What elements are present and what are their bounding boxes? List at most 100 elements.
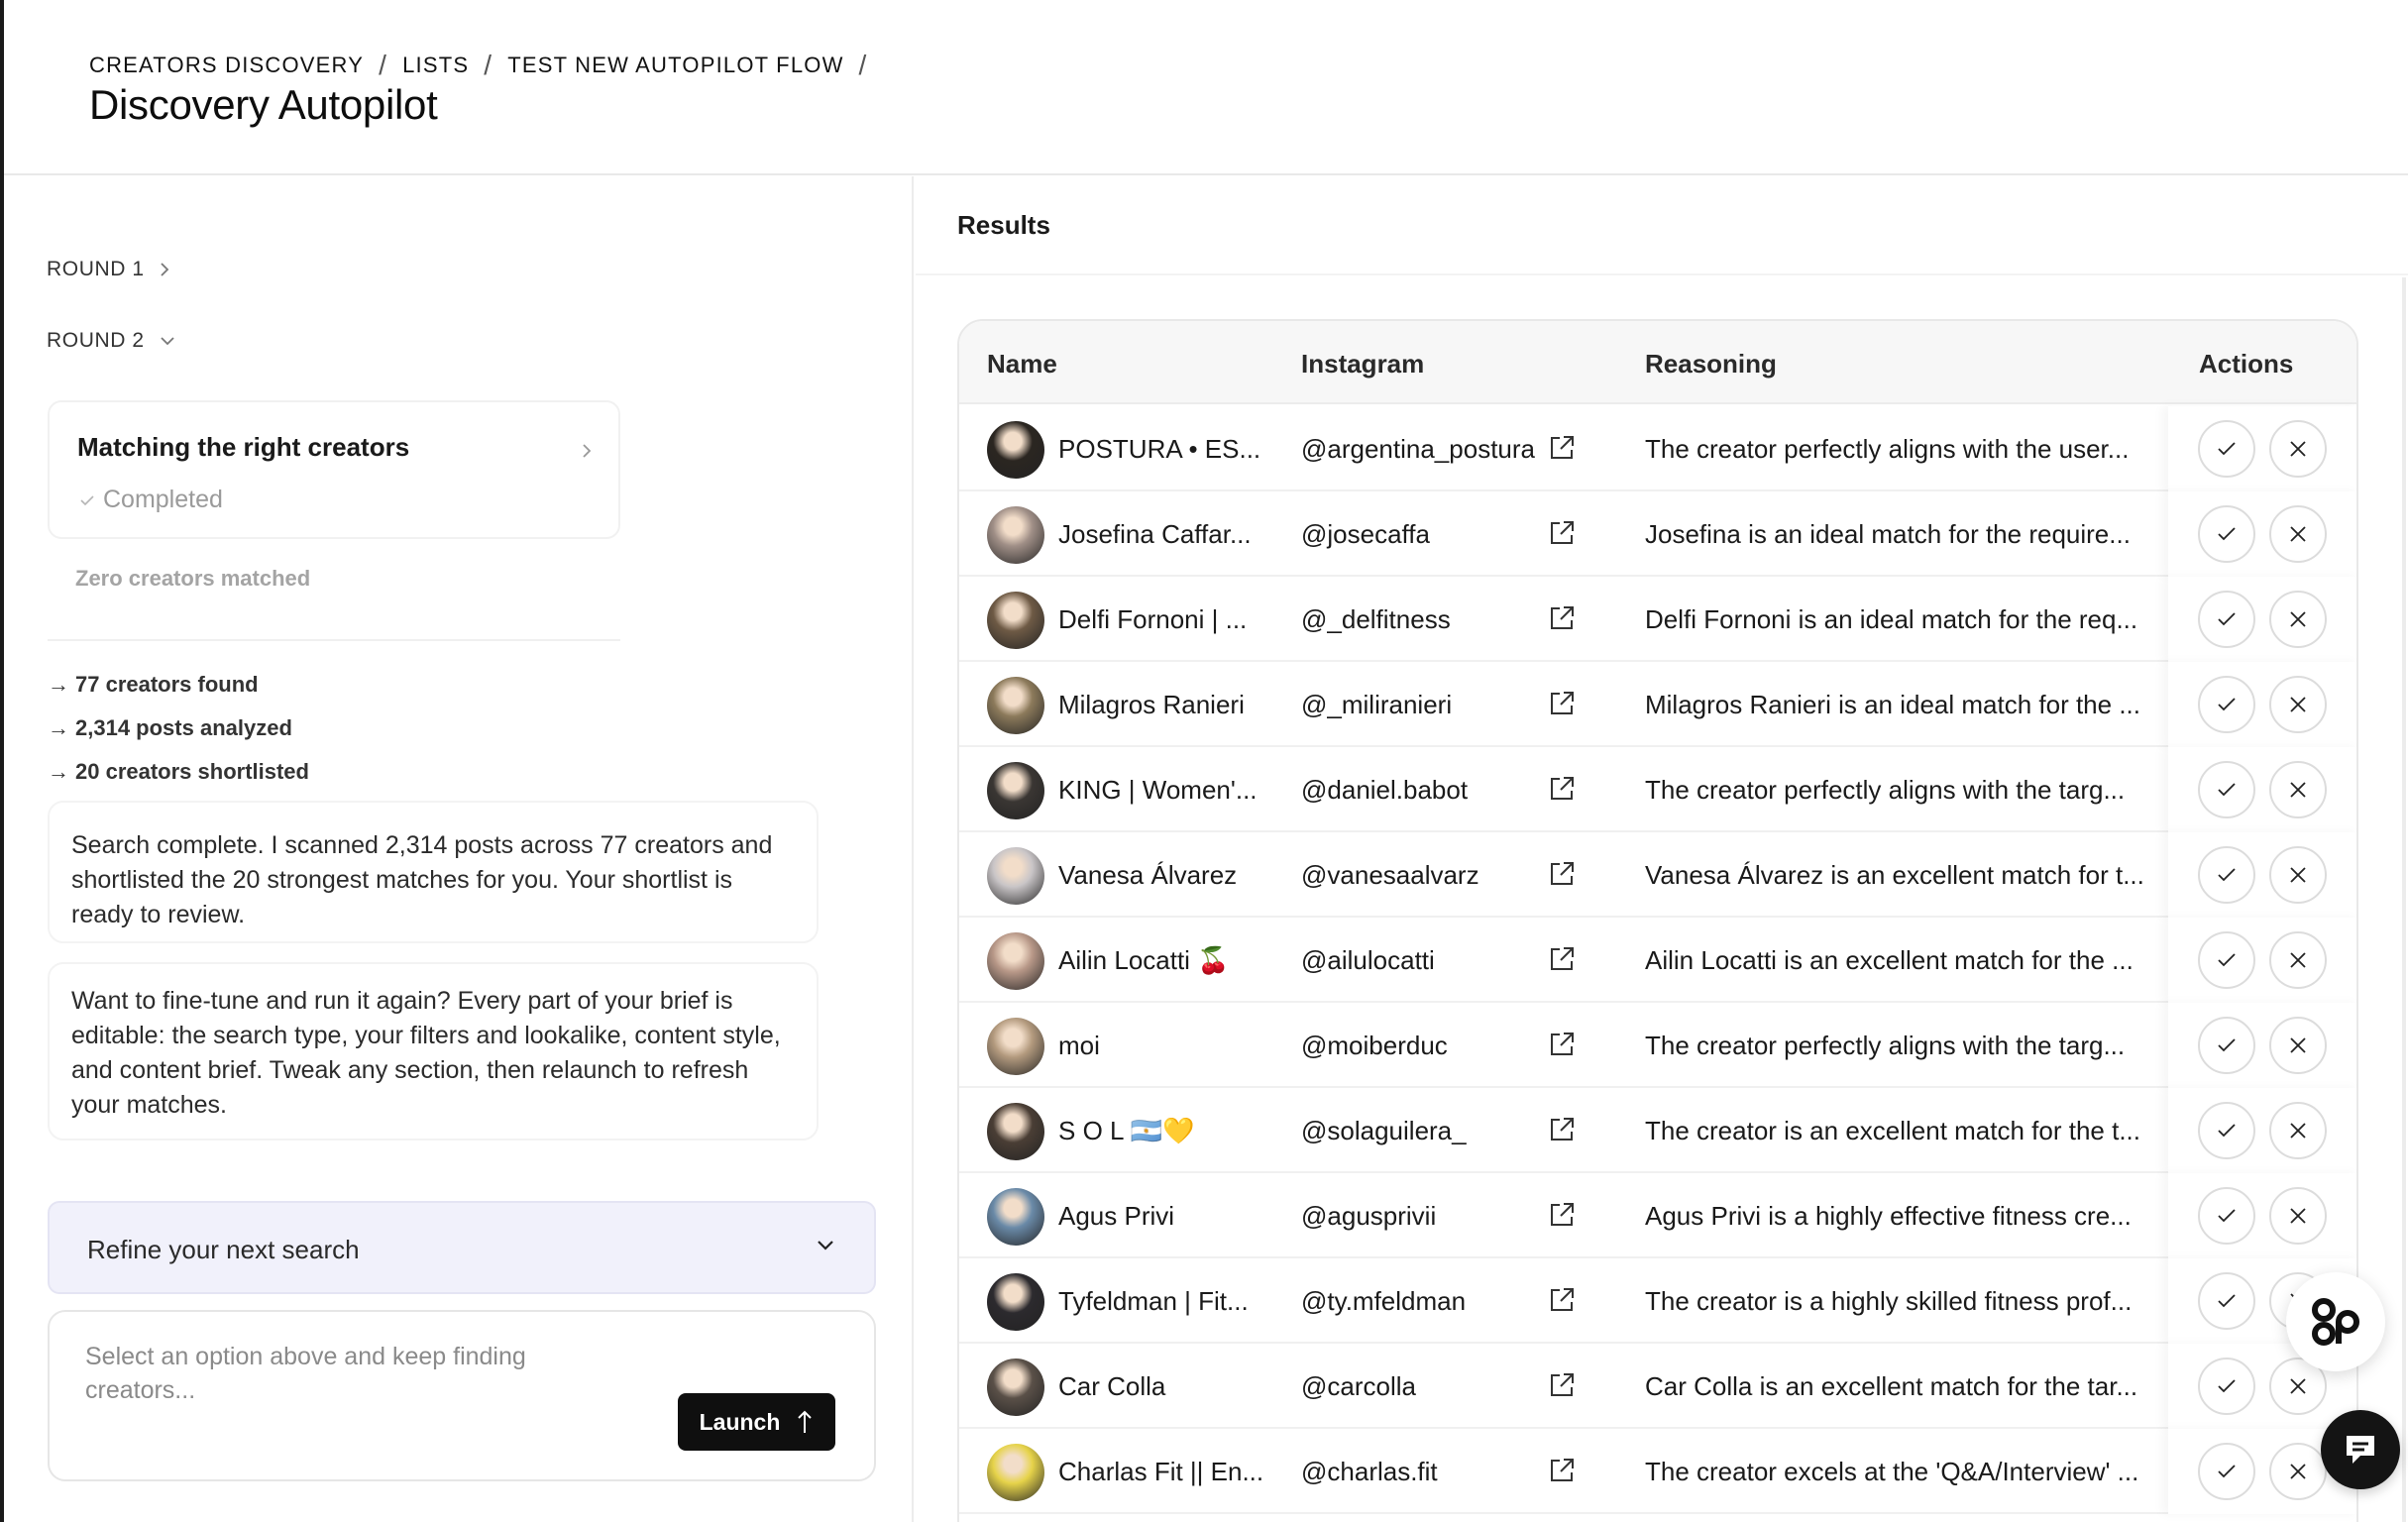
approve-button[interactable] bbox=[2198, 505, 2255, 563]
matching-step-card[interactable]: Matching the right creators Completed bbox=[48, 400, 620, 539]
creator-avatar bbox=[987, 1444, 1044, 1501]
external-link-icon[interactable] bbox=[1546, 1199, 1578, 1231]
creator-avatar bbox=[987, 677, 1044, 734]
table-row: Delfi Fornoni | ... @_delfitness Delfi F… bbox=[959, 577, 2356, 662]
table-row: Tyfeldman | Fit... @ty.mfeldman The crea… bbox=[959, 1258, 2356, 1344]
creator-instagram-handle[interactable]: @ailulocatti bbox=[1301, 945, 1435, 976]
assistant-message: Want to fine-tune and run it again? Ever… bbox=[48, 962, 819, 1141]
reject-button[interactable] bbox=[2269, 1102, 2327, 1159]
reject-button[interactable] bbox=[2269, 1017, 2327, 1074]
creator-instagram-handle[interactable]: @moiberduc bbox=[1301, 1031, 1448, 1061]
creator-instagram-handle[interactable]: @_delfitness bbox=[1301, 604, 1451, 635]
check-icon bbox=[2218, 442, 2236, 456]
external-link-icon[interactable] bbox=[1546, 688, 1578, 719]
creator-name: Milagros Ranieri bbox=[1058, 690, 1245, 719]
table-row: Charlas Fit || En... @charlas.fit The cr… bbox=[959, 1429, 2356, 1514]
breadcrumb-separator: / bbox=[858, 50, 868, 80]
table-header: Name Instagram Reasoning Actions bbox=[959, 321, 2356, 404]
reject-button[interactable] bbox=[2269, 676, 2327, 733]
creator-instagram-handle[interactable]: @agusprivii bbox=[1301, 1201, 1436, 1232]
close-icon bbox=[2290, 1464, 2306, 1479]
creator-instagram-handle[interactable]: @carcolla bbox=[1301, 1371, 1416, 1402]
reject-button[interactable] bbox=[2269, 846, 2327, 904]
approve-button[interactable] bbox=[2198, 1017, 2255, 1074]
creator-reasoning: The creator is an excellent match for th… bbox=[1645, 1116, 2141, 1145]
reject-button[interactable] bbox=[2269, 420, 2327, 478]
brand-logo-button[interactable] bbox=[2286, 1272, 2385, 1371]
approve-button[interactable] bbox=[2198, 761, 2255, 818]
reject-button[interactable] bbox=[2269, 931, 2327, 989]
external-link-icon[interactable] bbox=[1546, 858, 1578, 890]
external-link-icon[interactable] bbox=[1546, 432, 1578, 464]
stat-text: 20 creators shortlisted bbox=[75, 759, 309, 784]
creator-instagram-handle[interactable]: @_miliranieri bbox=[1301, 690, 1452, 720]
approve-button[interactable] bbox=[2198, 1358, 2255, 1415]
creator-reasoning: Car Colla is an excellent match for the … bbox=[1645, 1371, 2138, 1401]
creator-instagram-handle[interactable]: @argentina_postura bbox=[1301, 434, 1535, 465]
check-icon bbox=[2218, 1294, 2236, 1308]
external-link-icon[interactable] bbox=[1546, 1369, 1578, 1401]
creator-instagram-handle[interactable]: @solaguilera_ bbox=[1301, 1116, 1467, 1146]
creator-avatar bbox=[987, 932, 1044, 990]
creator-avatar bbox=[987, 1018, 1044, 1075]
creator-reasoning: Delfi Fornoni is an ideal match for the … bbox=[1645, 604, 2138, 634]
external-link-icon[interactable] bbox=[1546, 602, 1578, 634]
row-actions bbox=[2168, 1088, 2356, 1173]
column-header-instagram: Instagram bbox=[1301, 349, 1425, 379]
creator-instagram-handle[interactable]: @daniel.babot bbox=[1301, 775, 1468, 806]
approve-button[interactable] bbox=[2198, 1443, 2255, 1500]
approve-button[interactable] bbox=[2198, 846, 2255, 904]
external-link-icon[interactable] bbox=[1546, 943, 1578, 975]
approve-button[interactable] bbox=[2198, 1187, 2255, 1245]
launch-label: Launch bbox=[699, 1408, 781, 1435]
results-panel: Results Name Instagram Reasoning Actions… bbox=[916, 176, 2408, 1522]
approve-button[interactable] bbox=[2198, 676, 2255, 733]
close-icon bbox=[2290, 867, 2306, 883]
round-1-toggle[interactable]: ROUND 1 bbox=[47, 258, 170, 281]
external-link-icon[interactable] bbox=[1546, 1455, 1578, 1486]
reject-button[interactable] bbox=[2269, 591, 2327, 648]
check-icon bbox=[2218, 1124, 2236, 1138]
creator-avatar bbox=[987, 592, 1044, 649]
creator-instagram-handle[interactable]: @charlas.fit bbox=[1301, 1457, 1438, 1487]
creator-instagram-handle[interactable]: @vanesaalvarz bbox=[1301, 860, 1479, 891]
reject-button[interactable] bbox=[2269, 1187, 2327, 1245]
approve-button[interactable] bbox=[2198, 1272, 2255, 1330]
chat-support-button[interactable] bbox=[2321, 1410, 2400, 1489]
reject-button[interactable] bbox=[2269, 1443, 2327, 1500]
creator-name: Tyfeldman | Fit... bbox=[1058, 1286, 1249, 1316]
close-icon bbox=[2290, 1208, 2306, 1224]
stat-text: 77 creators found bbox=[75, 672, 259, 697]
creator-name: moi bbox=[1058, 1031, 1100, 1060]
creator-reasoning: The creator perfectly aligns with the ta… bbox=[1645, 775, 2126, 805]
launch-button[interactable]: Launch bbox=[678, 1393, 835, 1451]
creator-instagram-handle[interactable]: @josecaffa bbox=[1301, 519, 1430, 550]
creator-reasoning: Ailin Locatti is an excellent match for … bbox=[1645, 945, 2134, 975]
external-link-icon[interactable] bbox=[1546, 1284, 1578, 1316]
chevron-right-icon bbox=[583, 444, 592, 458]
breadcrumb-separator: / bbox=[484, 50, 493, 80]
external-link-icon[interactable] bbox=[1546, 1029, 1578, 1060]
approve-button[interactable] bbox=[2198, 591, 2255, 648]
reject-button[interactable] bbox=[2269, 505, 2327, 563]
approve-button[interactable] bbox=[2198, 931, 2255, 989]
page-header: CREATORS DISCOVERY / LISTS / TEST NEW AU… bbox=[4, 0, 2408, 175]
refine-search-dropdown[interactable]: Refine your next search bbox=[48, 1201, 876, 1294]
composer-input[interactable] bbox=[85, 1340, 601, 1429]
breadcrumb-item-creators-discovery[interactable]: CREATORS DISCOVERY bbox=[89, 53, 364, 78]
divider bbox=[48, 639, 620, 641]
creator-instagram-handle[interactable]: @ty.mfeldman bbox=[1301, 1286, 1466, 1317]
external-link-icon[interactable] bbox=[1546, 773, 1578, 805]
breadcrumb-item-lists[interactable]: LISTS bbox=[402, 53, 469, 78]
approve-button[interactable] bbox=[2198, 420, 2255, 478]
external-link-icon[interactable] bbox=[1546, 1114, 1578, 1145]
round-2-toggle[interactable]: ROUND 2 bbox=[47, 329, 176, 353]
breadcrumb-item-list-name[interactable]: TEST NEW AUTOPILOT FLOW bbox=[507, 53, 843, 78]
approve-button[interactable] bbox=[2198, 1102, 2255, 1159]
table-row: POSTURA • ES... @argentina_postura The c… bbox=[959, 406, 2356, 491]
assistant-message: Search complete. I scanned 2,314 posts a… bbox=[48, 801, 819, 943]
reject-button[interactable] bbox=[2269, 761, 2327, 818]
scrollbar[interactable] bbox=[2402, 277, 2406, 1522]
external-link-icon[interactable] bbox=[1546, 517, 1578, 549]
creator-avatar bbox=[987, 421, 1044, 479]
